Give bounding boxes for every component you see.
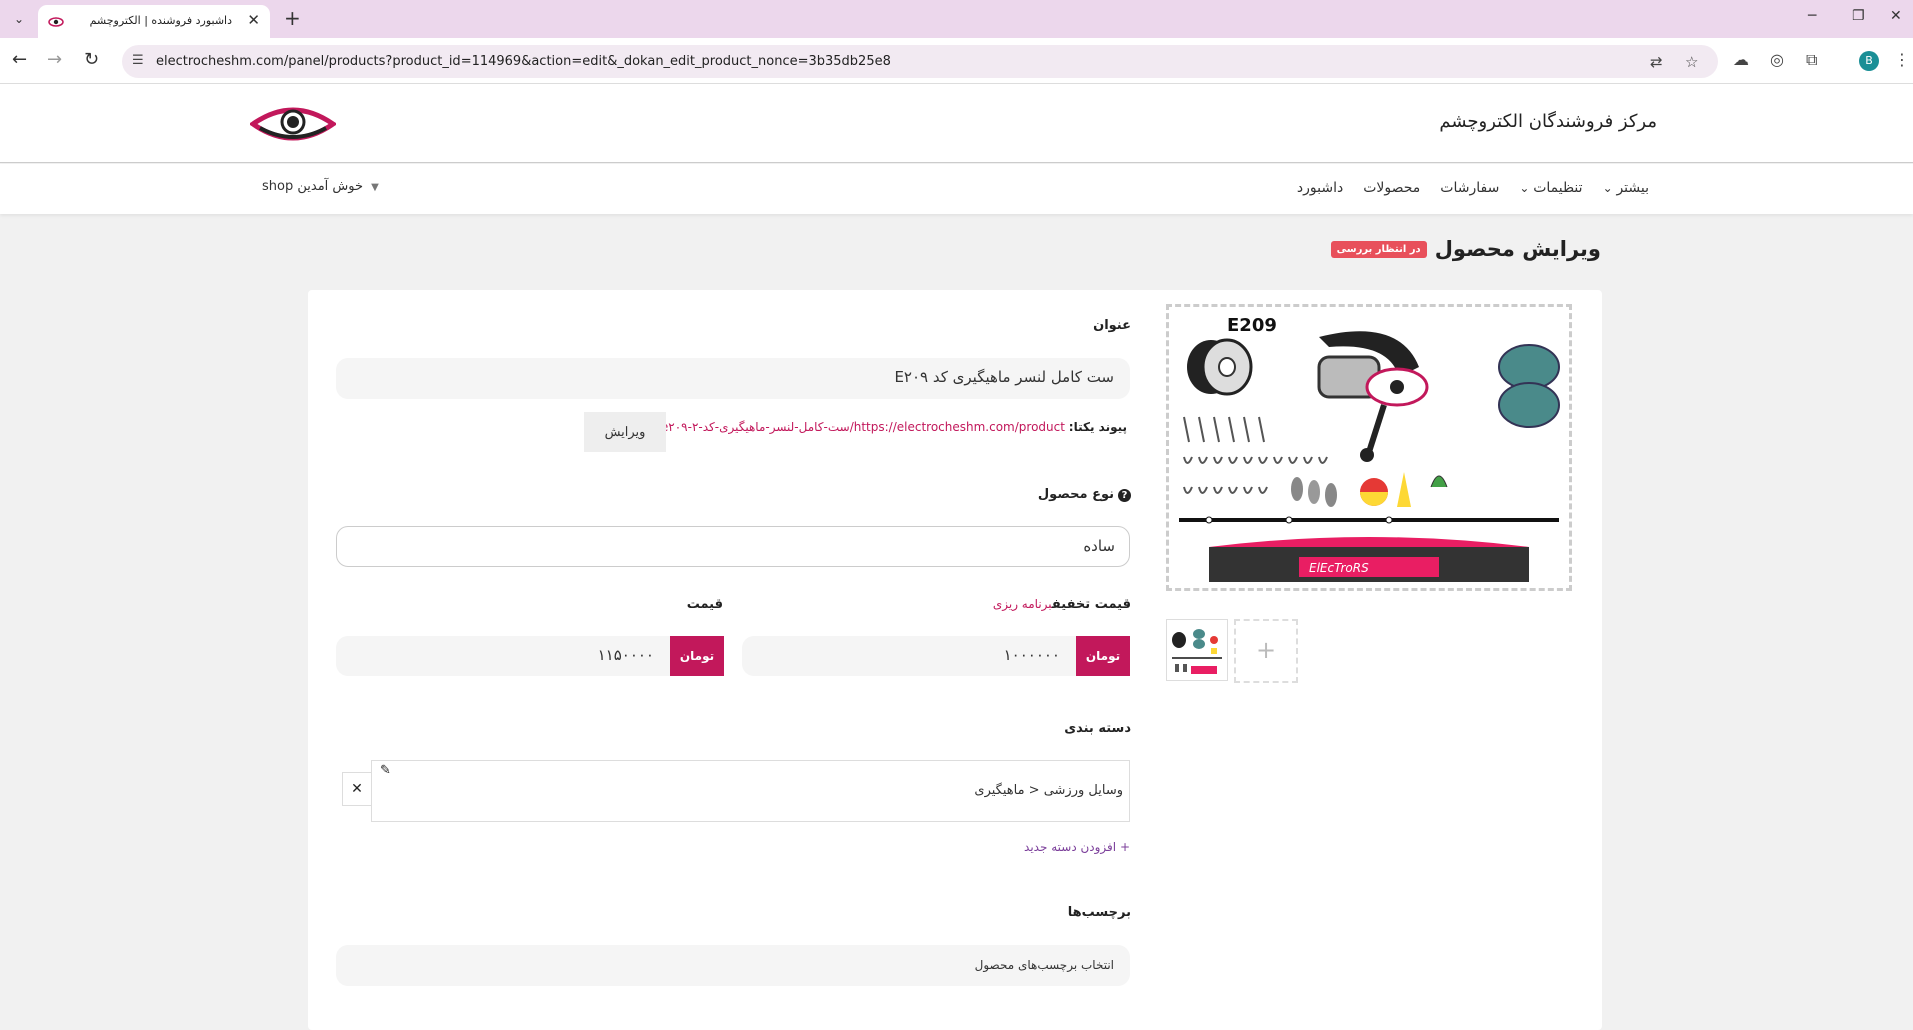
address-bar[interactable]: ☰ electrocheshm.com/panel/products?produ… <box>122 45 1718 78</box>
permalink-edit-button[interactable]: ویرایش <box>584 412 666 452</box>
nav-products[interactable]: محصولات <box>1363 180 1420 196</box>
tab-title: داشبورد فروشنده | الکتروچشم <box>89 14 232 27</box>
category-value[interactable]: وسایل ورزشی < ماهیگیری <box>974 783 1123 798</box>
bag-brand-text: ElEcTroRS <box>1309 561 1369 575</box>
site-info-icon[interactable]: ☰ <box>132 53 144 68</box>
product-photo: E209 ElEcTroRS <box>1179 315 1560 582</box>
browser-toolbar: ← → ↻ ☰ electrocheshm.com/panel/products… <box>0 38 1913 84</box>
featured-image[interactable]: E209 ElEcTroRS <box>1166 304 1572 591</box>
welcome-text: خوش آمدین shop <box>262 179 364 194</box>
store-title[interactable]: مرکز فروشندگان الکتروچشم <box>1439 111 1657 132</box>
status-badge: در انتظار بررسی <box>1330 240 1427 258</box>
extensions-icon[interactable]: ⧉ <box>1806 50 1817 70</box>
schedule-link[interactable]: برنامه ریزی <box>993 597 1052 611</box>
product-code-text: E209 <box>1227 315 1277 336</box>
nav-orders[interactable]: سفارشات <box>1440 180 1499 196</box>
forward-icon[interactable]: → <box>47 49 62 70</box>
remove-category-button[interactable]: ✕ <box>342 772 372 806</box>
regular-price-value[interactable]: ۱۱۵۰۰۰۰ <box>598 646 654 664</box>
add-image-button[interactable]: + <box>1234 619 1298 683</box>
discount-price-value[interactable]: ۱۰۰۰۰۰۰ <box>1004 646 1060 664</box>
window-close-icon[interactable]: ✕ <box>1890 8 1902 24</box>
caret-down-icon: ▼ <box>371 182 379 193</box>
permalink: پیوند یکتا: https://electrocheshm.com/pr… <box>661 420 1127 434</box>
browser-tabstrip: ⌄ داشبورد فروشنده | الکتروچشم ✕ + ─ ❐ ✕ <box>0 0 1913 38</box>
permalink-url[interactable]: https://electrocheshm.com/product/ست-کام… <box>661 420 1065 434</box>
menu-kebab-icon[interactable]: ⋮ <box>1894 50 1910 69</box>
price-currency: تومان <box>670 636 724 676</box>
edit-category-icon[interactable]: ✎ <box>380 763 391 778</box>
page-title: ویرایش محصول در انتظار بررسی <box>1330 237 1601 261</box>
url-text[interactable]: electrocheshm.com/panel/products?product… <box>156 54 891 69</box>
user-menu[interactable]: ▼ خوش آمدین shop <box>262 179 379 194</box>
page-title-text: ویرایش محصول <box>1434 237 1601 261</box>
nav-more[interactable]: بیشتر <box>1603 180 1649 196</box>
product-type-label-text: نوع محصول <box>1037 487 1114 502</box>
minimize-icon[interactable]: ─ <box>1808 8 1816 24</box>
main-nav: داشبورد محصولات سفارشات تنظیمات بیشتر ▼ … <box>0 164 1913 214</box>
bookmark-star-icon[interactable]: ☆ <box>1685 53 1698 71</box>
site-header: مرکز فروشندگان الکتروچشم <box>0 84 1913 163</box>
product-type-select[interactable]: ساده <box>336 526 1130 567</box>
title-input[interactable]: ست کامل لنسر ماهیگیری کد E۲۰۹ <box>336 358 1130 399</box>
tags-input[interactable]: انتخاب برچسب‌های محصول <box>336 945 1130 986</box>
restore-icon[interactable]: ❐ <box>1852 8 1865 24</box>
profile-avatar[interactable]: B <box>1859 51 1879 71</box>
tags-label: برچسب‌ها <box>1067 905 1131 920</box>
title-label: عنوان <box>1093 318 1131 333</box>
discount-price-input[interactable]: تومان ۱۰۰۰۰۰۰ <box>742 636 1130 676</box>
thumbnail-photo <box>1172 629 1222 674</box>
tags-placeholder[interactable]: انتخاب برچسب‌های محصول <box>975 958 1114 972</box>
back-icon[interactable]: ← <box>12 49 27 70</box>
browser-tab-active[interactable]: داشبورد فروشنده | الکتروچشم ✕ <box>38 5 270 38</box>
product-type-value[interactable]: ساده <box>1083 537 1115 555</box>
translate-icon[interactable]: ⇄ <box>1650 53 1663 71</box>
nav-dashboard[interactable]: داشبورد <box>1297 180 1343 196</box>
category-select[interactable]: وسایل ورزشی < ماهیگیری ✎ <box>371 760 1130 822</box>
add-category-link[interactable]: + افزودن دسته جدید <box>1024 840 1130 854</box>
discount-currency: تومان <box>1076 636 1130 676</box>
eye-logo-icon[interactable] <box>250 102 336 146</box>
gallery-thumbnail[interactable] <box>1166 619 1228 681</box>
tab-search-chevron-icon[interactable]: ⌄ <box>8 8 30 30</box>
discount-label: قیمت تخفیف <box>1051 597 1131 612</box>
sync-icon[interactable]: ☁ <box>1733 50 1749 69</box>
regular-price-input[interactable]: تومان ۱۱۵۰۰۰۰ <box>336 636 724 676</box>
discount-header: قیمت تخفیفبرنامه ریزی <box>993 597 1131 612</box>
product-type-label: ? نوع محصول <box>1038 487 1131 502</box>
permalink-label: پیوند یکتا: <box>1068 420 1127 434</box>
media-icon[interactable]: ◎ <box>1770 50 1784 69</box>
nav-settings[interactable]: تنظیمات <box>1519 180 1582 196</box>
new-tab-button[interactable]: + <box>284 6 301 30</box>
tab-close-icon[interactable]: ✕ <box>247 11 260 29</box>
reload-icon[interactable]: ↻ <box>84 49 99 70</box>
eye-favicon-icon <box>48 17 64 27</box>
category-label: دسته بندی <box>1064 721 1131 736</box>
title-input-value[interactable]: ست کامل لنسر ماهیگیری کد E۲۰۹ <box>894 368 1114 386</box>
help-icon[interactable]: ? <box>1118 489 1131 502</box>
price-label: قیمت <box>686 597 723 612</box>
